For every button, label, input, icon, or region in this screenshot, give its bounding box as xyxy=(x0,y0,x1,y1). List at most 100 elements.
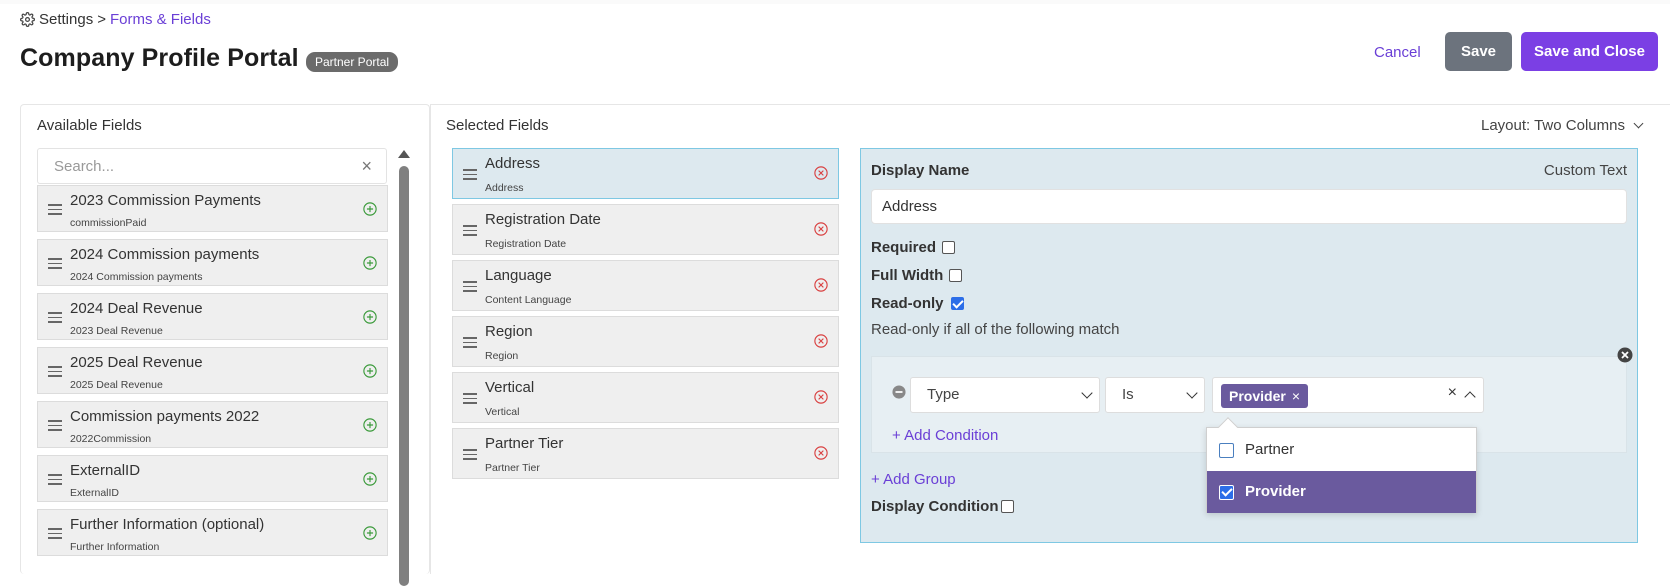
portal-badge: Partner Portal xyxy=(306,52,399,72)
field-api-name: Address xyxy=(485,182,524,194)
field-api-name: Region xyxy=(485,350,519,362)
search-input[interactable] xyxy=(38,149,338,183)
save-and-close-button[interactable]: Save and Close xyxy=(1521,32,1658,71)
selected-field-item[interactable]: Address Address xyxy=(452,148,839,199)
add-field-icon[interactable] xyxy=(363,526,377,540)
remove-field-icon[interactable] xyxy=(814,166,828,180)
field-api-name: Partner Tier xyxy=(485,462,540,474)
selected-field-item[interactable]: Registration Date Registration Date xyxy=(452,204,839,255)
available-field-item[interactable]: Further Information (optional) Further In… xyxy=(37,509,388,556)
available-fields-heading: Available Fields xyxy=(37,117,142,134)
selected-field-item[interactable]: Region Region xyxy=(452,316,839,367)
field-api-name: ExternalID xyxy=(70,487,120,499)
save-button[interactable]: Save xyxy=(1445,32,1512,71)
drag-handle-icon[interactable] xyxy=(48,420,62,432)
chevron-down-icon xyxy=(1081,387,1093,399)
selected-field-item[interactable]: Vertical Vertical xyxy=(452,372,839,423)
field-api-name: Content Language xyxy=(485,294,572,306)
field-title: 2023 Commission Payments xyxy=(70,192,261,209)
drag-handle-icon[interactable] xyxy=(48,528,62,540)
drag-handle-icon[interactable] xyxy=(463,169,477,181)
display-condition-checkbox[interactable] xyxy=(1001,500,1014,513)
add-group-link[interactable]: + Add Group xyxy=(871,471,956,488)
remove-field-icon[interactable] xyxy=(814,390,828,404)
selected-field-item[interactable]: Language Content Language xyxy=(452,260,839,311)
read-only-note: Read-only if all of the following match xyxy=(871,321,1120,338)
layout-dropdown[interactable]: Layout: Two Columns xyxy=(1481,117,1644,134)
field-title: Vertical xyxy=(485,379,535,396)
add-condition-link[interactable]: + Add Condition xyxy=(892,427,998,444)
field-title: Partner Tier xyxy=(485,435,564,452)
clear-search-icon[interactable]: × xyxy=(361,156,372,177)
add-field-icon[interactable] xyxy=(363,256,377,270)
search-field[interactable]: × xyxy=(37,148,387,184)
add-field-icon[interactable] xyxy=(363,418,377,432)
partner-checkbox[interactable] xyxy=(1219,443,1234,458)
field-api-name: Registration Date xyxy=(485,238,567,250)
add-field-icon[interactable] xyxy=(363,310,377,324)
add-field-icon[interactable] xyxy=(363,202,377,216)
required-label: Required xyxy=(871,239,937,256)
remove-condition-icon[interactable] xyxy=(892,385,906,399)
add-field-icon[interactable] xyxy=(363,364,377,378)
available-field-item[interactable]: 2025 Deal Revenue 2025 Deal Revenue xyxy=(37,347,388,394)
field-title: 2025 Deal Revenue xyxy=(70,354,203,371)
drag-handle-icon[interactable] xyxy=(463,337,477,349)
chevron-up-icon[interactable] xyxy=(1464,391,1476,403)
drag-handle-icon[interactable] xyxy=(463,225,477,237)
field-api-name: 2024 Commission payments xyxy=(70,271,203,283)
drag-handle-icon[interactable] xyxy=(463,449,477,461)
chevron-down-icon xyxy=(1633,118,1644,129)
drag-handle-icon[interactable] xyxy=(463,281,477,293)
available-field-item[interactable]: 2024 Commission payments 2024 Commission … xyxy=(37,239,388,286)
provider-checkbox[interactable] xyxy=(1219,485,1234,500)
required-checkbox[interactable] xyxy=(942,241,955,254)
dropdown-option-provider[interactable]: Provider xyxy=(1207,471,1476,513)
dropdown-option-partner[interactable]: Partner xyxy=(1207,429,1476,471)
add-field-icon[interactable] xyxy=(363,472,377,486)
remove-field-icon[interactable] xyxy=(814,278,828,292)
condition-operator-select[interactable]: Is xyxy=(1105,377,1205,413)
remove-field-icon[interactable] xyxy=(814,446,828,460)
cancel-button[interactable]: Cancel xyxy=(1374,44,1421,61)
selected-field-item[interactable]: Partner Tier Partner Tier xyxy=(452,428,839,479)
field-title: Further Information (optional) xyxy=(70,516,265,533)
scrollbar-thumb[interactable] xyxy=(399,166,409,586)
breadcrumb-forms-fields[interactable]: Forms & Fields xyxy=(110,11,211,28)
condition-value-multiselect[interactable]: Provider × × xyxy=(1212,377,1484,413)
field-title: 2024 Deal Revenue xyxy=(70,300,203,317)
available-field-item[interactable]: 2024 Deal Revenue 2023 Deal Revenue xyxy=(37,293,388,340)
read-only-checkbox[interactable] xyxy=(951,297,964,310)
drag-handle-icon[interactable] xyxy=(48,474,62,486)
field-title: Region xyxy=(485,323,533,340)
available-field-item[interactable]: 2023 Commission Payments commissionPaid xyxy=(37,185,388,232)
available-field-item[interactable]: ExternalID ExternalID xyxy=(37,455,388,502)
display-condition-label: Display Condition xyxy=(871,498,999,515)
value-dropdown: Partner Provider xyxy=(1206,417,1477,513)
drag-handle-icon[interactable] xyxy=(48,312,62,324)
value-chip-label: Provider xyxy=(1229,388,1286,404)
close-icon[interactable] xyxy=(1617,347,1633,363)
field-api-name: 2025 Deal Revenue xyxy=(70,379,163,391)
remove-field-icon[interactable] xyxy=(814,222,828,236)
breadcrumb-settings[interactable]: Settings xyxy=(39,11,93,28)
available-scrollbar[interactable] xyxy=(396,150,412,586)
read-only-label: Read-only xyxy=(871,295,944,312)
field-api-name: Vertical xyxy=(485,406,520,418)
field-title: Registration Date xyxy=(485,211,601,228)
remove-field-icon[interactable] xyxy=(814,334,828,348)
display-name-input[interactable]: Address xyxy=(871,189,1627,224)
condition-field-value: Type xyxy=(927,386,960,403)
full-width-checkbox[interactable] xyxy=(949,269,962,282)
drag-handle-icon[interactable] xyxy=(48,258,62,270)
clear-values-icon[interactable]: × xyxy=(1448,384,1457,402)
drag-handle-icon[interactable] xyxy=(48,204,62,216)
drag-handle-icon[interactable] xyxy=(48,366,62,378)
drag-handle-icon[interactable] xyxy=(463,393,477,405)
available-field-item[interactable]: Commission payments 2022 2022Commission xyxy=(37,401,388,448)
condition-field-select[interactable]: Type xyxy=(910,377,1100,413)
field-title: ExternalID xyxy=(70,462,141,479)
remove-chip-icon[interactable]: × xyxy=(1292,388,1300,404)
scroll-up-icon[interactable] xyxy=(398,150,410,158)
field-api-name: commissionPaid xyxy=(70,217,147,229)
